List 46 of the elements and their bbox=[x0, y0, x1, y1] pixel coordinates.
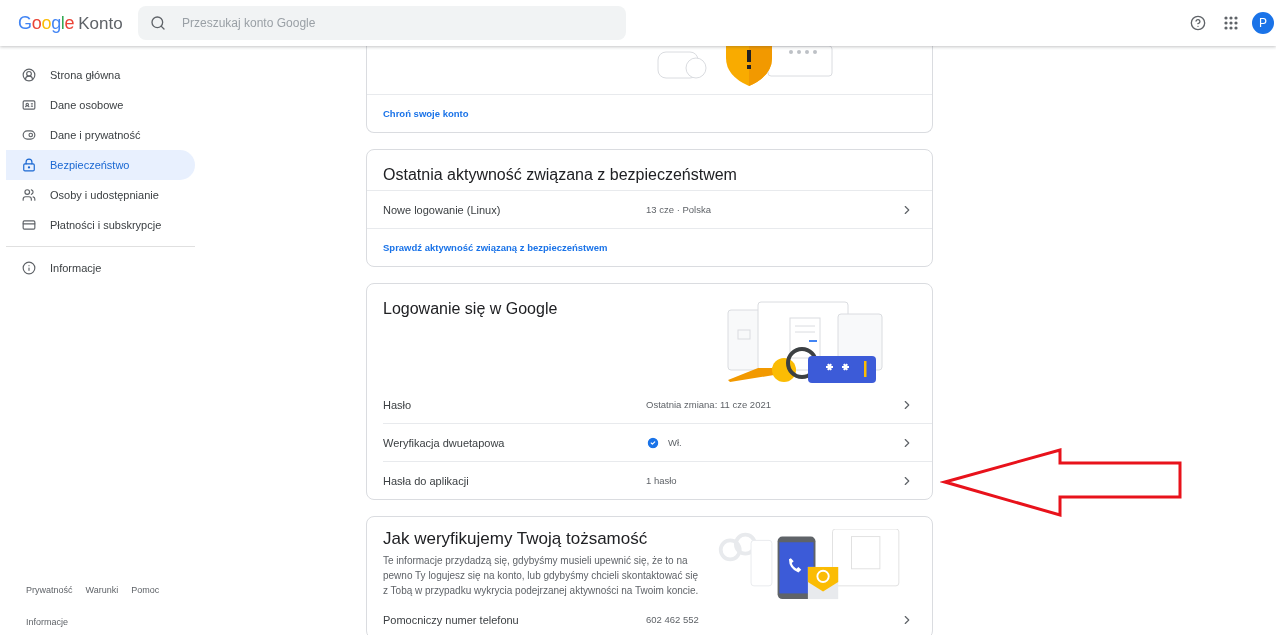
nav-icon bbox=[22, 218, 36, 232]
row-value: 602 462 552 bbox=[646, 614, 700, 625]
settings-row[interactable]: Weryfikacja dwuetapowa Wł. bbox=[383, 423, 932, 461]
info-icon bbox=[22, 261, 36, 275]
nav-icon bbox=[22, 98, 36, 112]
nav-item[interactable]: Płatności i subskrypcje bbox=[6, 210, 195, 240]
footer-link[interactable]: Prywatność bbox=[26, 585, 73, 595]
nav-item[interactable]: Informacje bbox=[6, 253, 195, 283]
row-value: 1 hasło bbox=[646, 475, 678, 486]
row-value: Wł. bbox=[646, 435, 900, 450]
protect-account-link[interactable]: Chroń swoje konto bbox=[383, 108, 469, 119]
nav-icon bbox=[22, 128, 36, 142]
card-title: Jak weryfikujemy Twoją tożsamość bbox=[383, 529, 649, 549]
card-description: Te informacje przydadzą się, gdybyśmy musieli upewnić się, że to na pewno Ty logujesz się na konto, lub gdybyśmy chcieli skontaktować się z Tobą w przypadku wykrycia podejrzanej aktywności na Twoim koncie. bbox=[383, 554, 700, 598]
card-title: Logowanie się w Google bbox=[383, 300, 558, 319]
settings-row[interactable]: Nowe logowanie (Linux) 13 cze · Polska bbox=[367, 190, 932, 228]
row-label: Hasła do aplikacji bbox=[383, 474, 470, 487]
logo-wordmark: Google bbox=[18, 12, 75, 34]
settings-row[interactable]: Hasła do aplikacji 1 hasło bbox=[383, 461, 932, 499]
search-bar[interactable]: Przeszukaj konto Google bbox=[138, 6, 626, 40]
footer-link[interactable]: Informacje bbox=[26, 617, 69, 627]
nav-item[interactable]: Dane osobowe bbox=[6, 90, 195, 120]
logo[interactable]: Google Konto bbox=[18, 12, 138, 34]
logo-product: Konto bbox=[78, 13, 123, 34]
footer-link[interactable]: Pomoc bbox=[131, 585, 160, 595]
nav-icon bbox=[22, 68, 36, 82]
search-field[interactable]: Przeszukaj konto Google bbox=[180, 15, 614, 31]
avatar[interactable]: P bbox=[1252, 12, 1274, 34]
activity-link[interactable]: Sprawdź aktywność związaną z bezpieczeństwem bbox=[383, 242, 608, 253]
row-label: Hasło bbox=[383, 398, 413, 411]
nav-item[interactable]: Osoby i udostępnianie bbox=[6, 180, 195, 210]
settings-row[interactable]: Pomocniczy numer telefonu 602 462 552 bbox=[383, 601, 932, 635]
nav-icon bbox=[22, 158, 36, 172]
row-label: Nowe logowanie (Linux) bbox=[383, 203, 502, 216]
nav-item[interactable]: Dane i prywatność bbox=[6, 120, 195, 150]
nav-item[interactable]: Strona główna bbox=[6, 60, 195, 90]
nav-icon bbox=[22, 188, 36, 202]
row-value: 13 cze · Polska bbox=[646, 204, 712, 215]
settings-row[interactable]: Hasło Ostatnia zmiana: 11 cze 2021 bbox=[383, 386, 932, 423]
row-label: Pomocniczy numer telefonu bbox=[383, 613, 520, 626]
card-title: Ostatnia aktywność związana z bezpieczeństwem bbox=[383, 166, 737, 184]
nav-item[interactable]: Bezpieczeństwo bbox=[6, 150, 195, 180]
search-icon bbox=[150, 15, 166, 31]
row-value: Ostatnia zmiana: 11 cze 2021 bbox=[646, 399, 772, 410]
row-label: Weryfikacja dwuetapowa bbox=[383, 436, 506, 449]
footer-link[interactable]: Warunki bbox=[85, 585, 119, 595]
